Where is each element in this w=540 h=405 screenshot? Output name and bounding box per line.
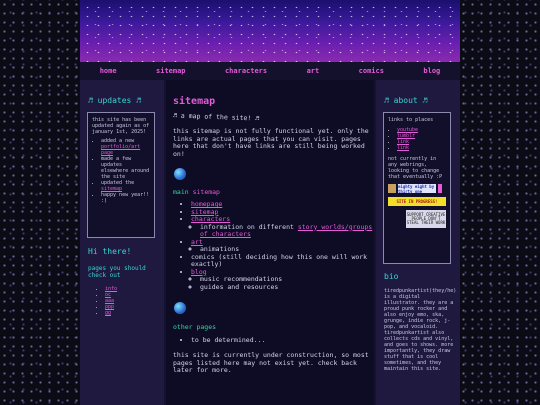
sitemap-tree: homepage sitemap characters information … bbox=[182, 200, 377, 291]
bio-heading: bio bbox=[384, 272, 399, 281]
updates-list: added a new portfolio/art page made a fe… bbox=[92, 138, 150, 204]
left-sidebar: ♬ updates ♬ this site has been updated a… bbox=[80, 80, 164, 405]
update-text: made a few updates elsewhere around the … bbox=[101, 156, 150, 180]
header-banner bbox=[80, 0, 460, 62]
nav-comics[interactable]: comics bbox=[359, 67, 384, 75]
hi-subheading: pages you should check out bbox=[88, 265, 146, 279]
88x31-badge[interactable]: eighty eight by thirty one bbox=[398, 184, 436, 194]
links-label: links to places bbox=[388, 117, 434, 123]
wavy-subtitle: ♬ a map of the site! ♬ bbox=[172, 111, 260, 123]
updates-intro: this site has been updated again as of j… bbox=[92, 117, 150, 135]
bio-text: tiredpunkartist(they/he) is a digital il… bbox=[384, 288, 457, 372]
support-creatives-badge: SUPPORT CREATIVE PEOPLE DON'T STEAL THEI… bbox=[406, 210, 446, 228]
suggested-links: info oc aaa ppp gg bbox=[96, 286, 117, 316]
badge-row: eighty eight by thirty one bbox=[388, 184, 446, 194]
page-title: sitemap bbox=[173, 96, 216, 107]
updates-box: this site has been updated again as of j… bbox=[87, 112, 155, 238]
update-item: added a new portfolio/art page bbox=[101, 138, 150, 156]
nav-sitemap[interactable]: sitemap bbox=[156, 67, 186, 75]
other-page-item: to be determined... bbox=[191, 336, 265, 345]
external-links: youtube tumblr link link bbox=[388, 127, 446, 151]
update-item: made a few updates elsewhere around the … bbox=[101, 156, 150, 180]
section-label-part: sitemap bbox=[192, 188, 220, 196]
other-pages-list: to be determined... bbox=[182, 336, 265, 345]
update-item: happy new year!! :) bbox=[101, 192, 150, 204]
update-text: happy new year!! :) bbox=[101, 192, 150, 204]
tree-item-comics: comics (still deciding how this one will… bbox=[191, 252, 368, 268]
globe-icon bbox=[174, 302, 186, 314]
site-in-progress-badge: SITE IN PROGRESS! bbox=[388, 197, 446, 206]
main-section-label: main sitemap bbox=[173, 188, 220, 196]
cat-icon bbox=[388, 184, 396, 193]
nav-blog[interactable]: blog bbox=[423, 67, 440, 75]
about-heading: ♬ about ♬ bbox=[384, 96, 428, 105]
about-box: links to places youtube tumblr link link… bbox=[383, 112, 451, 264]
external-link[interactable]: link bbox=[397, 145, 409, 151]
update-link-portfolio[interactable]: portfolio/art page bbox=[101, 144, 140, 156]
webring-note: not currently in any webrings, looking t… bbox=[388, 156, 443, 180]
suggested-link[interactable]: gg bbox=[105, 310, 111, 316]
other-pages-label: other pages bbox=[173, 323, 217, 331]
section-label-part: main bbox=[173, 188, 189, 196]
badge-strip bbox=[438, 184, 442, 193]
construction-note: this site is currently under constructio… bbox=[173, 351, 369, 374]
top-nav: home sitemap characters art comics blog bbox=[80, 62, 460, 80]
tree-subitem: guides and resources bbox=[200, 282, 279, 291]
nav-art[interactable]: art bbox=[307, 67, 320, 75]
globe-icon bbox=[174, 168, 186, 180]
nav-characters[interactable]: characters bbox=[225, 67, 267, 75]
updates-heading: ♬ updates ♬ bbox=[88, 96, 141, 105]
nav-home[interactable]: home bbox=[100, 67, 117, 75]
main-content: sitemap ♬ a map of the site! ♬ this site… bbox=[166, 80, 374, 405]
page-frame: home sitemap characters art comics blog … bbox=[80, 0, 460, 405]
hi-heading: Hi there! bbox=[88, 247, 132, 256]
sitemap-intro: this sitemap is not fully functional yet… bbox=[173, 127, 369, 158]
right-sidebar: ♬ about ♬ links to places youtube tumblr… bbox=[376, 80, 460, 405]
update-item: updated the sitemap bbox=[101, 180, 150, 192]
